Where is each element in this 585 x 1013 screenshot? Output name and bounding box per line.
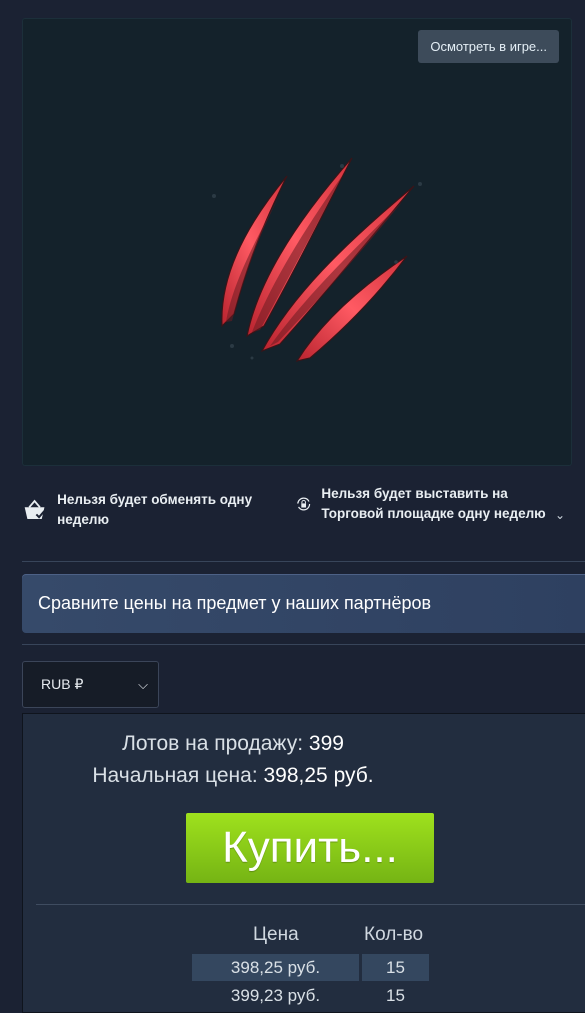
- currency-value: RUB ₽: [41, 676, 84, 692]
- trade-lock-icon: [24, 499, 46, 519]
- divider: [36, 904, 585, 905]
- trade-restriction: Нельзя будет обменять одну неделю: [22, 490, 282, 530]
- market-buy-panel: Лотов на продажу: 399 Начальная цена: 39…: [22, 713, 585, 1013]
- price-column-header: Цена: [253, 924, 299, 945]
- order-quantity: 15: [362, 954, 429, 981]
- item-restrictions: Нельзя будет обменять одну неделю Нельзя…: [22, 480, 585, 550]
- claw-scratch-icon: [212, 157, 422, 362]
- buy-button[interactable]: Купить...: [186, 813, 434, 883]
- item-preview: Осмотреть в игре...: [22, 18, 572, 466]
- trade-restriction-text: Нельзя будет обменять одну неделю: [57, 492, 253, 527]
- order-quantity: 15: [386, 986, 405, 1005]
- listings-count-line: Лотов на продажу: 399: [23, 732, 443, 756]
- market-restriction-text: Нельзя будет выставить на Торговой площа…: [321, 486, 546, 521]
- quantity-column-header: Кол-во: [364, 924, 424, 945]
- chevron-down-icon[interactable]: ⌄: [555, 508, 565, 522]
- inspect-in-game-button[interactable]: Осмотреть в игре...: [418, 30, 559, 63]
- order-price: 398,25 руб.: [192, 954, 359, 981]
- market-item-page: Осмотреть в игре... Нельзя будет обменят…: [0, 0, 585, 1013]
- listings-label: Лотов на продажу:: [122, 732, 304, 755]
- listings-count: 399: [308, 732, 344, 755]
- partners-banner-text: Сравните цены на предмет у наших партнёр…: [38, 593, 432, 613]
- start-price-label: Начальная цена:: [92, 764, 258, 787]
- start-price-line: Начальная цена: 398,25 руб.: [23, 764, 443, 788]
- divider: [22, 644, 585, 645]
- chevron-down-icon: ⌵: [138, 677, 148, 692]
- divider: [22, 561, 585, 562]
- partners-price-banner[interactable]: Сравните цены на предмет у наших партнёр…: [22, 574, 585, 633]
- start-price: 398,25 руб.: [263, 764, 374, 787]
- order-price: 399,23 руб.: [230, 986, 321, 1005]
- market-lock-icon: [297, 497, 311, 511]
- market-restriction: Нельзя будет выставить на Торговой площа…: [296, 484, 566, 524]
- currency-select[interactable]: RUB ₽ ⌵: [22, 661, 159, 708]
